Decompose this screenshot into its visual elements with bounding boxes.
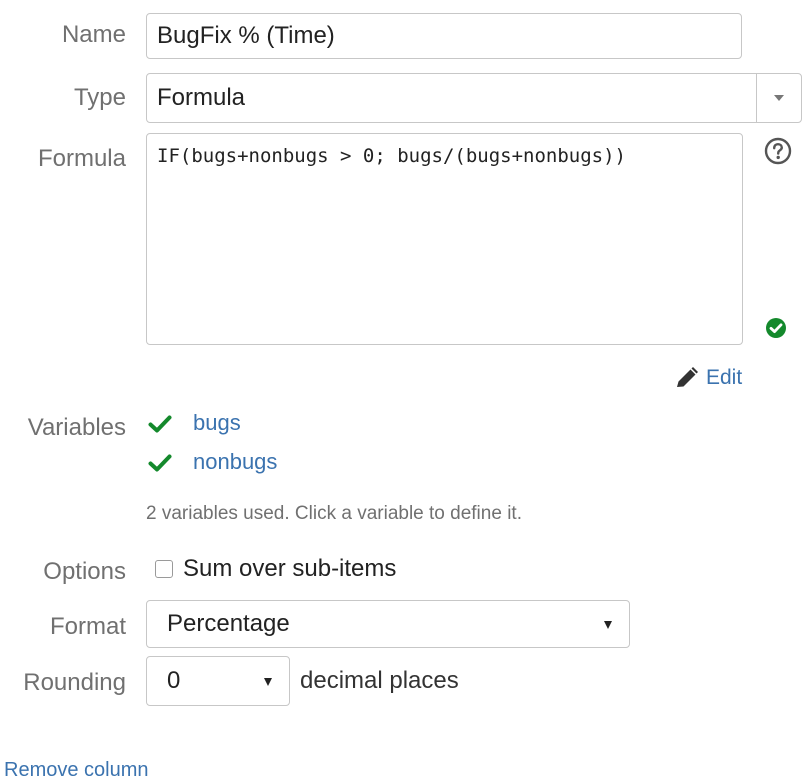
check-circle-icon — [766, 318, 786, 338]
rounding-label: Rounding — [23, 669, 126, 696]
question-circle-icon[interactable] — [764, 137, 792, 165]
name-field[interactable]: BugFix % (Time) — [146, 13, 742, 59]
type-label: Type — [73, 84, 126, 111]
formula-label: Formula — [37, 145, 126, 172]
type-select[interactable]: Formula — [146, 73, 802, 123]
check-icon — [148, 415, 172, 433]
check-icon — [148, 454, 172, 472]
edit-link[interactable]: Edit — [675, 366, 750, 392]
sum-subitems-label[interactable]: Sum over sub-items — [183, 555, 396, 583]
rounding-suffix: decimal places — [300, 667, 459, 694]
pencil-icon — [677, 367, 698, 387]
edit-link-label: Edit — [706, 366, 743, 389]
type-dropdown-toggle[interactable] — [756, 74, 801, 122]
variable-link-nonbugs[interactable]: nonbugs — [193, 450, 277, 474]
remove-column-link[interactable]: Remove column — [4, 758, 149, 782]
chevron-down-icon — [264, 678, 272, 686]
sum-subitems-checkbox[interactable] — [155, 560, 173, 578]
format-label: Format — [49, 613, 126, 640]
variables-label: Variables — [27, 414, 126, 441]
chevron-down-icon — [774, 95, 784, 101]
formula-textarea[interactable]: IF(bugs+nonbugs > 0; bugs/(bugs+nonbugs)… — [146, 133, 743, 345]
variables-hint: 2 variables used. Click a variable to de… — [146, 503, 522, 524]
rounding-select[interactable]: 0 — [146, 656, 290, 706]
format-select[interactable]: Percentage — [146, 600, 630, 648]
options-label: Options — [43, 558, 126, 585]
type-select-value: Formula — [157, 84, 246, 111]
name-label: Name — [61, 21, 126, 48]
variable-link-bugs[interactable]: bugs — [193, 411, 241, 435]
format-select-value: Percentage — [167, 610, 290, 637]
rounding-select-value: 0 — [167, 667, 181, 694]
chevron-down-icon — [604, 621, 612, 629]
